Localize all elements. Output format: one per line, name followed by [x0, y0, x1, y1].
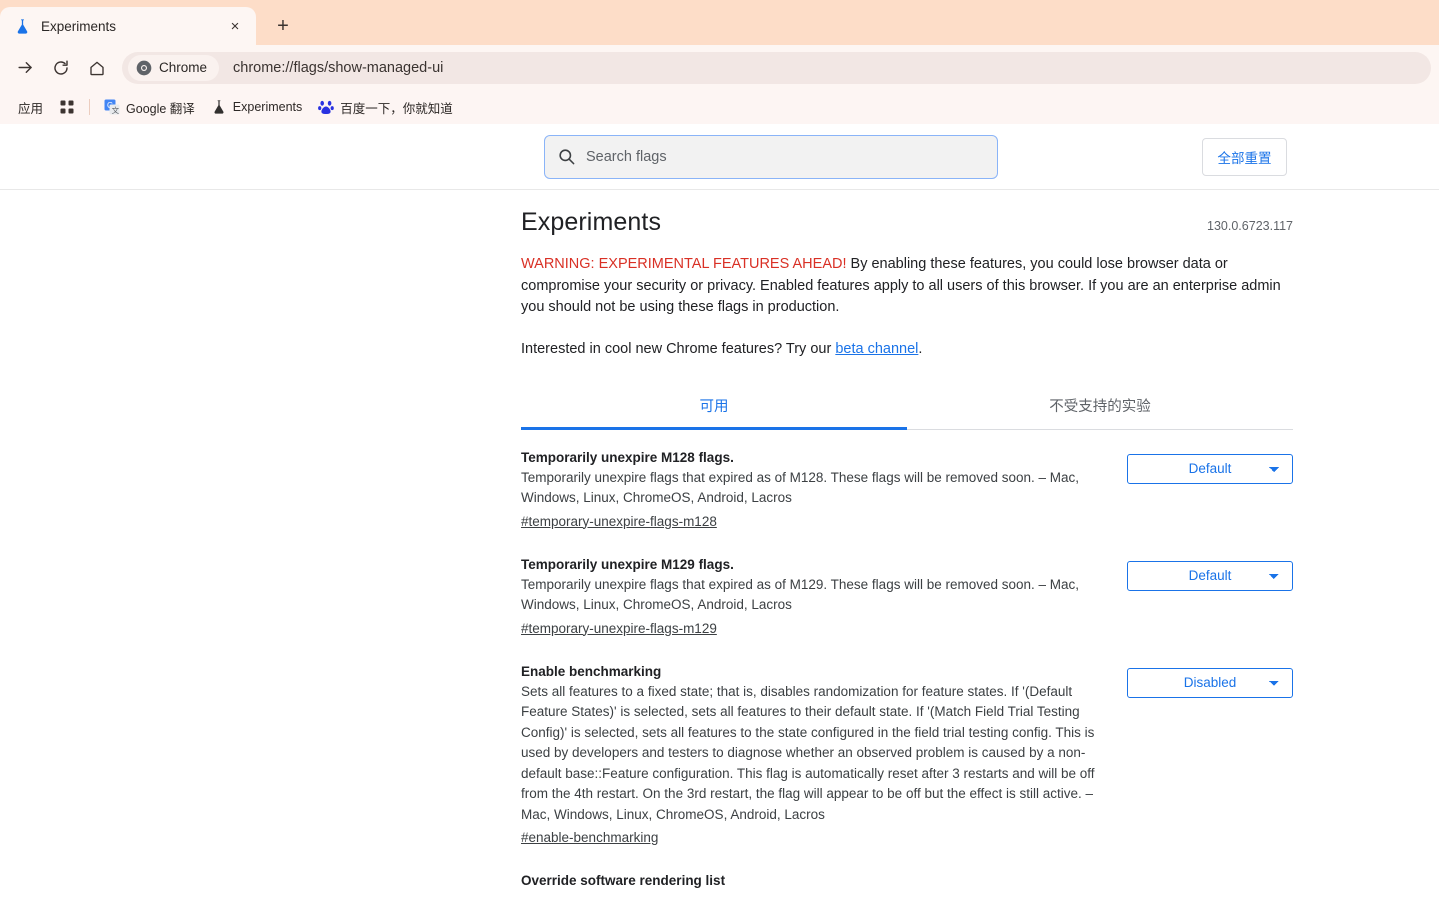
chrome-chip-label: Chrome: [159, 60, 208, 75]
warning-highlight: WARNING: EXPERIMENTAL FEATURES AHEAD!: [521, 256, 847, 272]
flag-state-select[interactable]: Disabled: [1127, 667, 1293, 698]
flag-permalink[interactable]: #temporary-unexpire-flags-m128: [521, 514, 717, 529]
flag-description: Sets all features to a fixed state; that…: [521, 683, 1095, 822]
flag-name: Override software rendering list: [521, 873, 726, 888]
title-row: Experiments 130.0.6723.117: [521, 208, 1293, 237]
tab-available[interactable]: 可用: [521, 385, 907, 430]
bookmark-apps[interactable]: 应用: [10, 95, 51, 120]
flag-row: Enable benchmarking Sets all features to…: [521, 652, 1293, 862]
bookmark-google-translate-label: Google 翻译: [126, 101, 195, 116]
bookmark-apps-label: 应用: [18, 101, 44, 116]
tab-strip: Experiments × +: [0, 0, 1439, 45]
flag-name: Temporarily unexpire M129 flags.: [521, 556, 734, 572]
flag-control: Default: [1121, 450, 1293, 484]
chrome-logo-icon: [136, 60, 152, 75]
google-translate-icon: G 文: [104, 99, 120, 115]
new-tab-button[interactable]: +: [268, 11, 298, 41]
flag-info: Override software rendering list: [521, 873, 1121, 891]
flag-info: Temporarily unexpire M128 flags. Tempora…: [521, 450, 1121, 531]
baidu-icon: [318, 100, 335, 114]
flags-content: Experiments 130.0.6723.117 WARNING: EXPE…: [521, 190, 1293, 905]
browser-tab-experiments[interactable]: Experiments ×: [0, 7, 256, 45]
flag-row: Temporarily unexpire M128 flags. Tempora…: [521, 438, 1293, 545]
flag-row: Temporarily unexpire M129 flags. Tempora…: [521, 545, 1293, 652]
version-label: 130.0.6723.117: [1207, 219, 1293, 233]
flag-name: Enable benchmarking: [521, 663, 662, 679]
flag-name: Temporarily unexpire M128 flags.: [521, 449, 734, 465]
bookmark-baidu-label: 百度一下，你就知道: [340, 101, 453, 116]
flag-state-select[interactable]: Default: [1127, 560, 1293, 591]
flag-control: Disabled: [1121, 664, 1293, 698]
home-icon[interactable]: [80, 51, 114, 85]
flags-tabs: 可用 不受支持的实验: [521, 385, 1293, 430]
tab-title: Experiments: [41, 18, 117, 34]
flags-list: Temporarily unexpire M128 flags. Tempora…: [521, 430, 1293, 906]
flag-row: Override software rendering list: [521, 861, 1293, 905]
page-title: Experiments: [521, 208, 662, 236]
flag-permalink[interactable]: #enable-benchmarking: [521, 830, 658, 845]
flag-info: Temporarily unexpire M129 flags. Tempora…: [521, 557, 1121, 638]
search-input[interactable]: [586, 148, 985, 165]
bookmarks-divider: [89, 99, 91, 115]
bookmark-grid-button[interactable]: [51, 96, 83, 118]
flag-permalink[interactable]: #temporary-unexpire-flags-m129: [521, 621, 717, 636]
url-text: chrome://flags/show-managed-ui: [233, 59, 444, 76]
browser-toolbar: Chrome chrome://flags/show-managed-ui: [0, 45, 1439, 90]
address-bar[interactable]: Chrome chrome://flags/show-managed-ui: [122, 51, 1431, 84]
flags-page: 全部重置 Experiments 130.0.6723.117 WARNING:…: [0, 124, 1439, 918]
flag-info: Enable benchmarking Sets all features to…: [521, 664, 1121, 848]
beta-suffix: .: [918, 340, 923, 357]
flag-description: Temporarily unexpire flags that expired …: [521, 576, 1080, 613]
tab-unsupported[interactable]: 不受支持的实验: [907, 385, 1293, 429]
warning-text: WARNING: EXPERIMENTAL FEATURES AHEAD! By…: [521, 254, 1293, 319]
search-icon: [559, 149, 575, 165]
bookmark-baidu[interactable]: 百度一下，你就知道: [310, 95, 461, 120]
beta-prefix: Interested in cool new Chrome features? …: [521, 340, 836, 357]
chrome-origin-chip[interactable]: Chrome: [128, 54, 220, 81]
grid-icon: [60, 100, 74, 114]
svg-text:文: 文: [112, 105, 120, 115]
forward-arrow-icon[interactable]: [8, 51, 42, 85]
bookmark-google-translate[interactable]: G 文 Google 翻译: [96, 95, 203, 120]
flag-state-select[interactable]: Default: [1127, 453, 1293, 484]
beta-channel-link[interactable]: beta channel: [835, 341, 918, 357]
flag-description: Temporarily unexpire flags that expired …: [521, 469, 1080, 506]
flask-icon: [17, 18, 28, 34]
search-flags-container[interactable]: [544, 134, 998, 179]
reload-icon[interactable]: [44, 51, 78, 85]
bookmark-experiments-label: Experiments: [232, 100, 303, 114]
reset-all-button[interactable]: 全部重置: [1202, 137, 1287, 176]
close-icon[interactable]: ×: [224, 15, 246, 37]
bookmark-experiments[interactable]: Experiments: [203, 96, 310, 118]
beta-channel-line: Interested in cool new Chrome features? …: [521, 341, 1293, 357]
bookmarks-bar: 应用 G 文 Google 翻译 Experiments 百度一下，你就知道: [0, 90, 1439, 124]
flag-control: Default: [1121, 557, 1293, 591]
flask-dark-icon: [214, 100, 224, 114]
search-row: 全部重置: [0, 124, 1439, 190]
